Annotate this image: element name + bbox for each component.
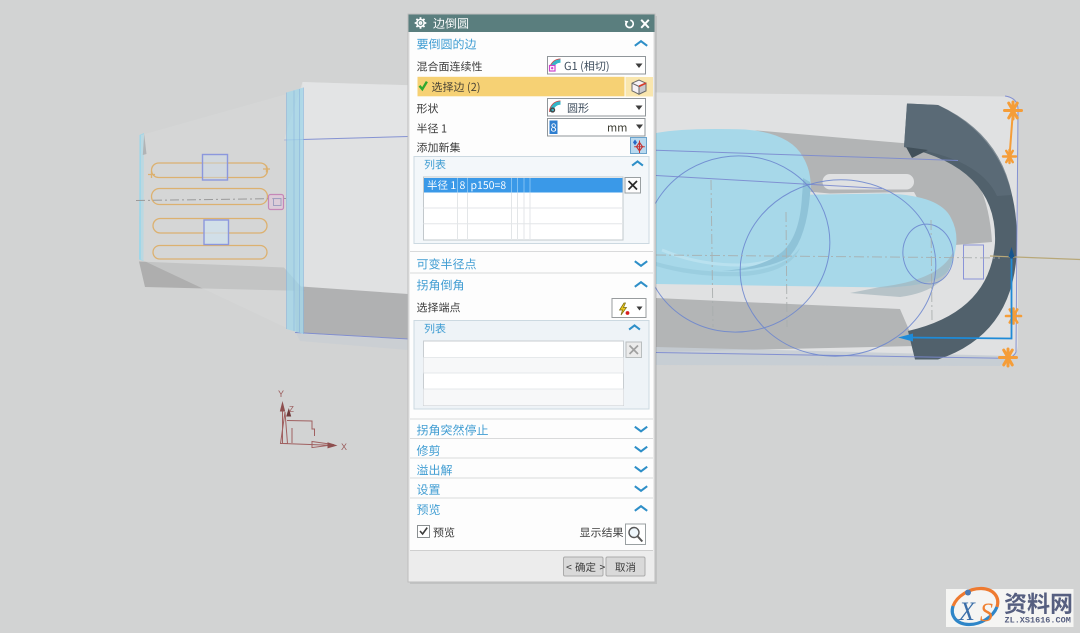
svg-text:X: X (341, 442, 347, 452)
svg-text:Z: Z (289, 405, 294, 414)
svg-text:Y: Y (278, 389, 284, 399)
svg-text:ZL.XS1616.COM: ZL.XS1616.COM (1005, 616, 1071, 626)
svg-text:S: S (980, 598, 993, 627)
svg-text:X: X (958, 597, 976, 626)
